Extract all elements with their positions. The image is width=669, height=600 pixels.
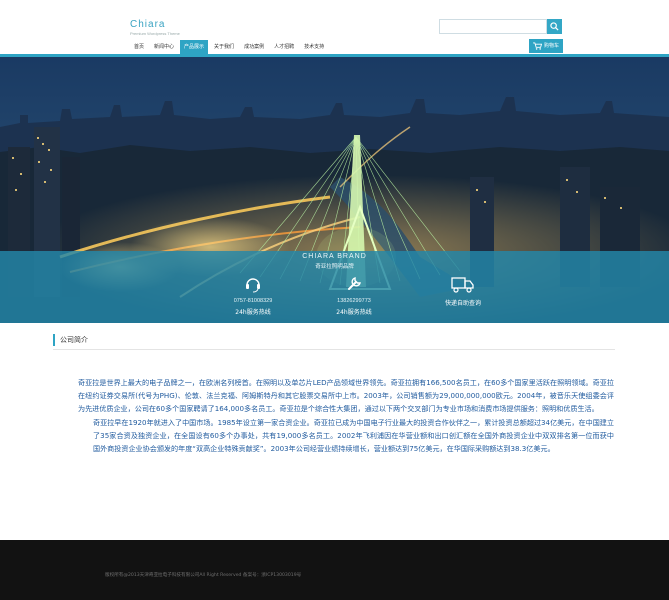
site-logo[interactable]: Chiara Premium Wordpress Theme xyxy=(130,19,180,37)
logo-tagline: Premium Wordpress Theme xyxy=(130,31,180,36)
wrench-icon xyxy=(348,277,361,290)
truck-icon xyxy=(451,277,474,293)
company-intro: 奇亚拉是世界上最大的电子品牌之一，在欧洲名列榜首。在照明以及单芯片LED产品领域… xyxy=(78,376,614,455)
logo-name: Chiara xyxy=(130,19,166,30)
service-express-query[interactable]: 快递自助查询 xyxy=(423,274,503,307)
search-input[interactable] xyxy=(439,19,547,34)
service-label-1: 24h服务热线 xyxy=(235,309,271,316)
search-icon xyxy=(550,22,559,31)
service-phone-2: 13826299773 xyxy=(337,298,371,304)
service-label-3: 快递自助查询 xyxy=(444,300,481,307)
service-label-2: 24h服务热线 xyxy=(336,309,372,316)
nav-item-news[interactable]: 新闻中心 xyxy=(150,40,178,54)
search-button[interactable] xyxy=(547,19,562,34)
nav-item-jobs[interactable]: 人才招聘 xyxy=(270,40,298,54)
brand-title: CHIARA BRAND xyxy=(302,253,367,260)
cart-button[interactable]: 购物车 xyxy=(529,39,563,53)
section-divider xyxy=(53,349,615,350)
section-title-company: 公司简介 xyxy=(53,334,88,346)
cart-label: 购物车 xyxy=(544,43,560,49)
nav-item-products[interactable]: 产品展示 xyxy=(180,40,209,54)
intro-paragraph-1: 奇亚拉是世界上最大的电子品牌之一，在欧洲名列榜首。在照明以及单芯片LED产品领域… xyxy=(78,378,614,414)
copyright-text: 版权所有@2013天津奇亚拉电子科技有限公司All Right Reserved… xyxy=(105,573,302,578)
site-footer xyxy=(0,540,669,600)
intro-paragraph-2: 奇亚拉早在1920年就进入了中国市场。1985年设立第一家合资企业。奇亚拉已成为… xyxy=(93,417,614,454)
brand-subtitle: 奇亚拉照明品牌 xyxy=(315,264,354,270)
nav-item-home[interactable]: 首页 xyxy=(130,40,148,54)
headset-icon xyxy=(246,278,260,293)
service-hotline-2[interactable]: 13826299773 24h服务热线 xyxy=(314,274,394,316)
cart-icon xyxy=(533,42,542,50)
site-header: Chiara Premium Wordpress Theme 首页 新闻中心 产… xyxy=(0,0,669,55)
main-nav: 首页 新闻中心 产品展示 关于我们 成功案例 人才招聘 技术支持 xyxy=(130,40,330,54)
service-phone-1: 0757-81008329 xyxy=(233,298,273,304)
service-hotline-1[interactable]: 0757-81008329 24h服务热线 xyxy=(213,274,293,316)
nav-item-about[interactable]: 关于我们 xyxy=(210,40,238,54)
nav-item-cases[interactable]: 成功案例 xyxy=(240,40,268,54)
nav-item-support[interactable]: 技术支持 xyxy=(300,40,328,54)
